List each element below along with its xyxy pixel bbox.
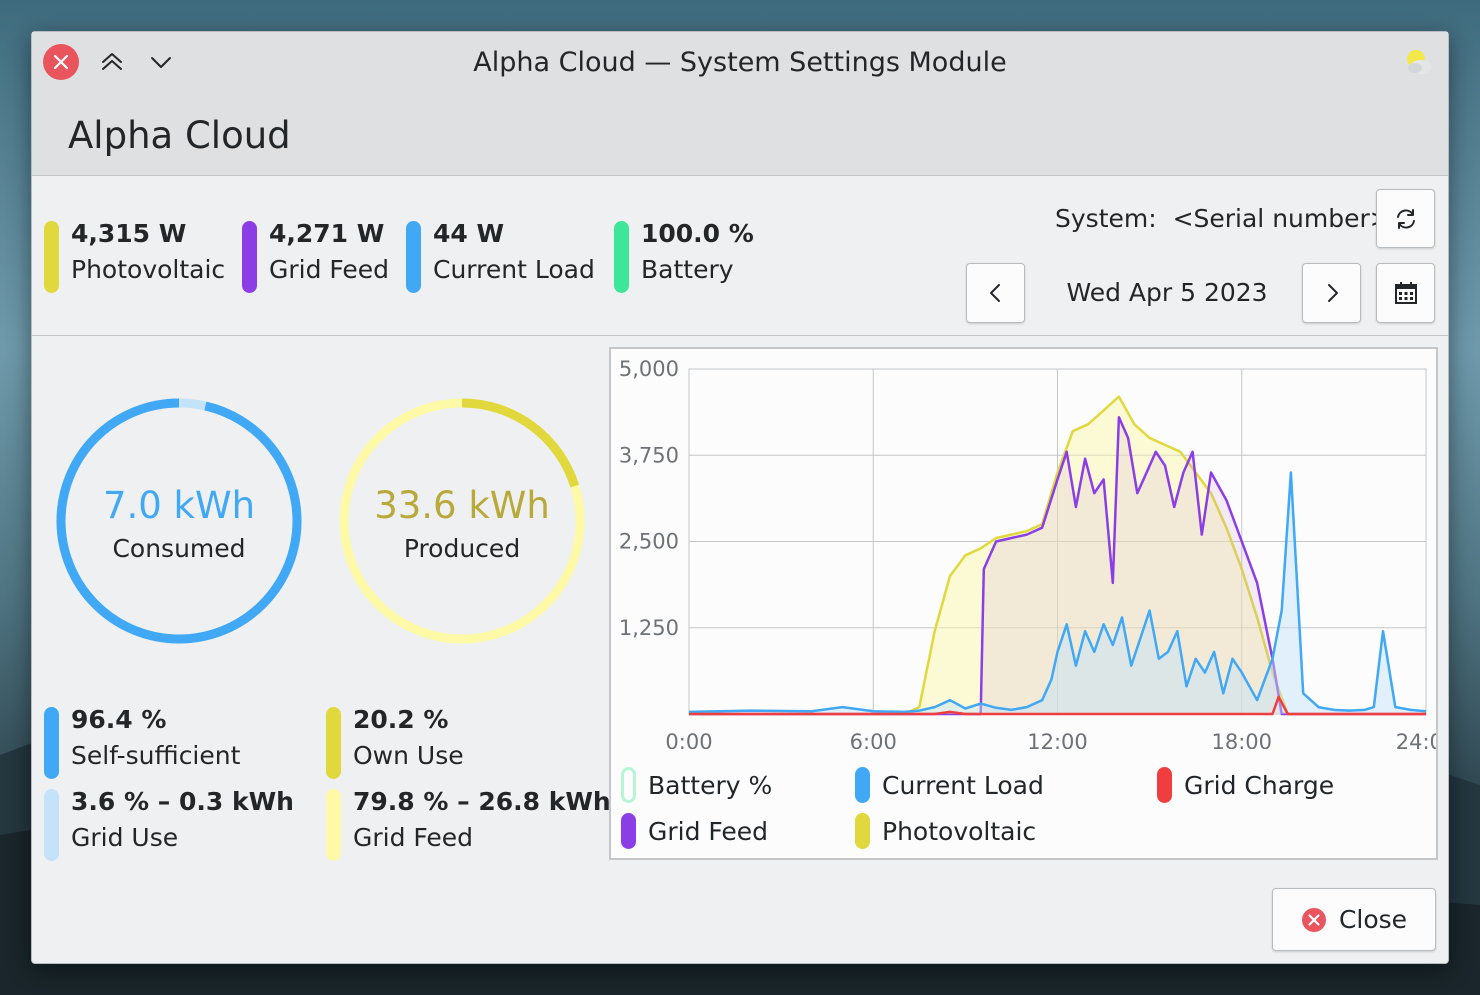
stat-value: 3.6 % – 0.3 kWh: [71, 787, 294, 816]
stat-color-bar: [44, 221, 59, 293]
system-serial: <Serial number>: [1172, 204, 1391, 233]
y-tick-label: 2,500: [619, 530, 679, 554]
consumed-value: 7.0 kWh: [102, 484, 256, 527]
stat-color-bar: [614, 221, 629, 293]
legend-photovoltaic: Photovoltaic: [855, 813, 1036, 849]
close-circle-icon: [1301, 907, 1326, 932]
stat-value: 100.0 %: [641, 219, 754, 248]
stat-value: 4,271 W: [269, 219, 385, 248]
x-tick-label: 6:00: [850, 730, 897, 749]
x-tick-label: 0:00: [665, 730, 712, 749]
stat-label: Current Load: [433, 255, 595, 284]
stat-color-bar: [326, 707, 341, 779]
close-button-label: Close: [1338, 905, 1408, 934]
legend-swatch: [855, 767, 870, 803]
stat-value: 4,315 W: [71, 219, 187, 248]
legend-grid-feed: Grid Feed: [621, 813, 768, 849]
window-title: Alpha Cloud — System Settings Module: [473, 47, 1007, 78]
produced-value: 33.6 kWh: [374, 484, 550, 527]
produced-ring: 33.6 kWh Produced: [337, 396, 587, 646]
x-tick-label: 24:00: [1396, 730, 1436, 749]
legend-label: Grid Charge: [1184, 770, 1335, 800]
stat-label: Battery: [641, 255, 734, 284]
chevron-left-icon: [989, 284, 1000, 302]
legend-label: Grid Feed: [648, 816, 769, 846]
system-selector[interactable]: System: <Serial number>: [1055, 204, 1391, 233]
legend-swatch: [855, 813, 870, 849]
legend-battery: Battery %: [621, 767, 772, 803]
stat-label: Grid Use: [71, 823, 179, 852]
stat-color-bar: [242, 221, 257, 293]
y-tick-label: 5,000: [619, 357, 679, 381]
produced-label: Produced: [403, 534, 521, 563]
consumed-label: Consumed: [112, 534, 246, 563]
legend-current-load: Current Load: [855, 767, 1044, 803]
stat-label: Grid Feed: [269, 255, 390, 284]
refresh-icon: [1396, 208, 1415, 229]
title-bar: Alpha Cloud — System Settings Module: [32, 32, 1448, 94]
page-title: Alpha Cloud: [68, 114, 291, 157]
y-tick-label: 1,250: [619, 616, 679, 640]
legend-label: Current Load: [882, 770, 1044, 800]
consumed-ring: 7.0 kWh Consumed: [54, 396, 304, 646]
stat-label: Own Use: [353, 741, 464, 770]
previous-day-button[interactable]: [966, 263, 1025, 323]
stat-label: Self-sufficient: [71, 741, 241, 770]
module-header: Alpha Cloud: [32, 94, 1448, 176]
stat-label: Photovoltaic: [71, 255, 226, 284]
section-divider: [32, 335, 1448, 336]
legend-label: Photovoltaic: [882, 816, 1037, 846]
stat-color-bar: [44, 789, 59, 861]
legend-label: Battery %: [648, 770, 773, 800]
legend-grid-charge: Grid Charge: [1157, 767, 1334, 803]
stat-color-bar: [326, 789, 341, 861]
stat-value: 44 W: [433, 219, 505, 248]
next-day-button[interactable]: [1302, 263, 1361, 323]
chevron-right-icon: [1327, 284, 1338, 302]
y-tick-label: 3,750: [619, 443, 679, 467]
stat-color-bar: [406, 221, 421, 293]
application-window: Alpha Cloud — System Settings Module Alp…: [31, 31, 1449, 964]
legend-swatch: [1157, 767, 1172, 803]
power-chart: 0:00 6:00 12:00 18:00 24:00 1,250 2,500 3,750 5,…: [609, 347, 1438, 860]
calendar-button[interactable]: [1376, 263, 1435, 323]
power-chart-plot: 0:00 6:00 12:00 18:00 24:00 1,250 2,500 3,750 5,…: [619, 357, 1436, 749]
x-tick-label: 18:00: [1211, 730, 1272, 749]
close-button[interactable]: Close: [1272, 888, 1436, 951]
calendar-icon: [1394, 282, 1417, 304]
stat-label: Grid Feed: [353, 823, 474, 852]
legend-swatch: [621, 767, 636, 803]
stat-value: 96.4 %: [71, 705, 167, 734]
system-label: System:: [1055, 204, 1157, 233]
legend-swatch: [621, 813, 636, 849]
stat-value: 20.2 %: [353, 705, 449, 734]
selected-date: Wed Apr 5 2023: [1066, 278, 1268, 307]
weather-icon: [1407, 50, 1432, 74]
x-tick-label: 12:00: [1027, 730, 1088, 749]
stat-value: 79.8 % – 26.8 kWh: [353, 787, 611, 816]
refresh-button[interactable]: [1376, 189, 1435, 248]
stat-color-bar: [44, 707, 59, 779]
